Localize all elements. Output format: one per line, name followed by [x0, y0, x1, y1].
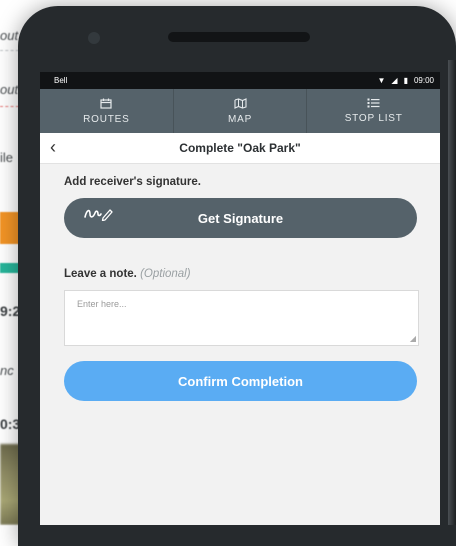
clock: 09:00 — [413, 76, 434, 85]
nav-tabs: ROUTES MAP STOP LIST — [40, 89, 440, 133]
resize-handle-icon[interactable]: ◢ — [410, 334, 416, 343]
note-textarea[interactable]: Enter here... ◢ — [64, 290, 419, 346]
phone-edge — [448, 60, 456, 525]
confirm-completion-button[interactable]: Confirm Completion — [64, 361, 417, 401]
tab-stop-list[interactable]: STOP LIST — [307, 89, 440, 133]
completion-form: Add receiver's signature. Get Signature … — [40, 164, 440, 401]
list-icon — [367, 98, 380, 111]
bg-fragment: ile — [0, 150, 14, 165]
signal-icon: ◢ — [391, 76, 398, 85]
tab-label: MAP — [227, 113, 253, 125]
get-signature-button[interactable]: Get Signature — [64, 198, 417, 238]
phone-screen: Bell ▼ ◢ ▮ 09:00 ROUTES MAP STOP LIST ‹ … — [40, 72, 440, 525]
map-icon — [233, 97, 247, 112]
page-title: Complete "Oak Park" — [179, 141, 301, 155]
bg-fragment: nc — [0, 363, 14, 378]
tab-label: ROUTES — [83, 113, 130, 125]
optional-hint: (Optional) — [140, 268, 191, 280]
title-bar: ‹ Complete "Oak Park" — [40, 133, 440, 164]
signature-pen-icon — [84, 207, 114, 226]
signature-button-label: Get Signature — [197, 210, 284, 226]
tab-map[interactable]: MAP — [174, 89, 308, 133]
tab-routes[interactable]: ROUTES — [40, 89, 174, 133]
note-placeholder: Enter here... — [77, 299, 127, 309]
speaker-grille — [168, 32, 310, 42]
camera-icon — [88, 32, 100, 44]
wifi-icon: ▼ — [377, 76, 386, 85]
battery-icon: ▮ — [403, 76, 408, 85]
calendar-icon — [100, 98, 112, 112]
note-label: Leave a note. (Optional) — [64, 268, 417, 280]
carrier-label: Bell — [54, 76, 68, 85]
bg-fragment: out — [0, 28, 19, 43]
note-label-text: Leave a note. — [64, 268, 137, 280]
signature-label: Add receiver's signature. — [64, 176, 201, 188]
confirm-button-label: Confirm Completion — [178, 373, 303, 389]
tab-label: STOP LIST — [344, 113, 403, 124]
bg-fragment: out — [0, 82, 19, 97]
back-arrow-icon[interactable]: ‹ — [50, 137, 56, 158]
status-bar: Bell ▼ ◢ ▮ 09:00 — [40, 72, 440, 89]
